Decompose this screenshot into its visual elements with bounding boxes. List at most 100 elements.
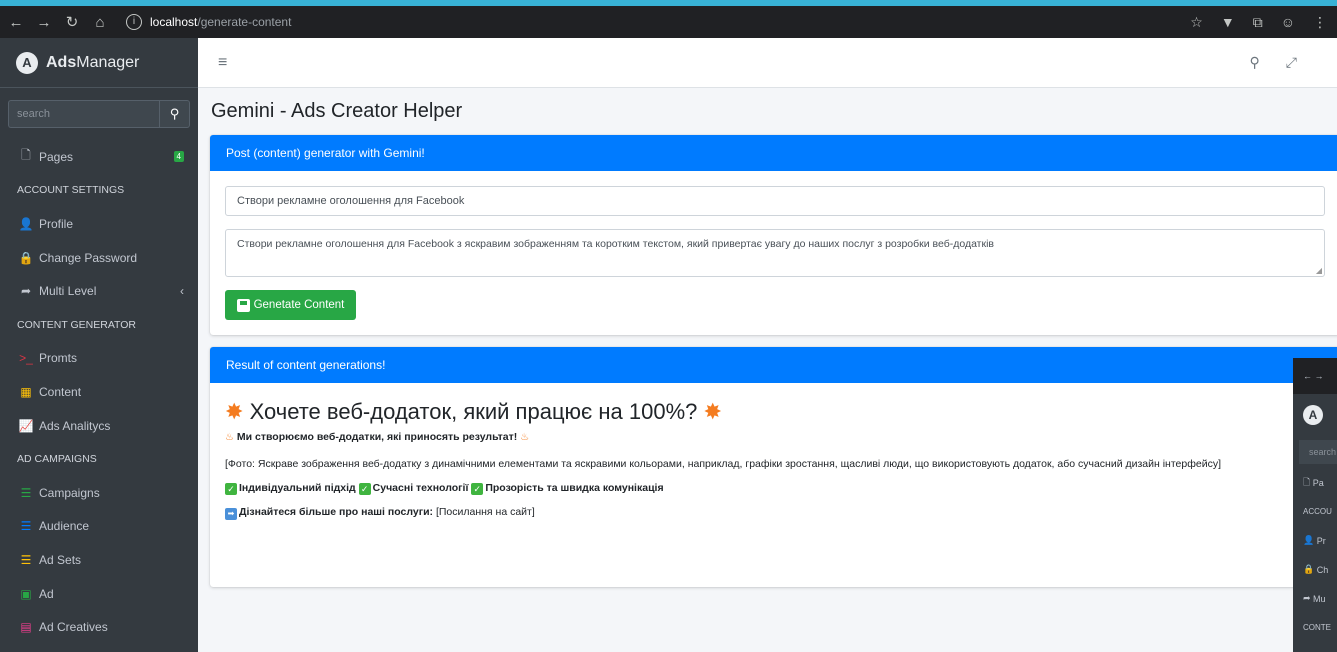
- sidebar-header-account: ACCOUNT SETTINGS: [17, 184, 125, 197]
- images-icon: ▤: [20, 620, 32, 635]
- forward-icon[interactable]: →: [32, 14, 56, 31]
- sidebar-item-promts[interactable]: >_ Promts: [0, 342, 198, 376]
- navbar-search-icon[interactable]: ⚲: [1250, 54, 1260, 71]
- page-title: Gemini - Ads Creator Helper: [211, 100, 463, 122]
- result-headline-text: Хочете веб-додаток, який працює на 100%?: [249, 399, 698, 424]
- search-icon: ⚲: [169, 106, 180, 121]
- share-icon: ➦: [1303, 593, 1314, 603]
- bars-icon: ☰: [20, 552, 32, 567]
- brand-link[interactable]: A Ads Manager: [0, 38, 198, 88]
- prompt-textarea-text: Створи рекламне оголошення для Facebook …: [237, 238, 994, 250]
- overlay-item-label: Ch: [1316, 564, 1329, 575]
- sidebar-item-label: Audience: [39, 519, 90, 534]
- feature-1: Індивідуальний підхід: [239, 482, 356, 494]
- result-features: ✓ Індивідуальний підхід ✓ Сучасні технолог…: [225, 480, 1325, 496]
- brand-logo-icon: A: [16, 51, 38, 74]
- result-card: Result of content generations! ✸ Хочете …: [210, 347, 1337, 587]
- brand-logo-icon: A: [1303, 405, 1323, 425]
- resize-grip-icon[interactable]: ◢: [1316, 266, 1322, 275]
- sidebar-item-profile[interactable]: 👤 Profile: [0, 207, 198, 241]
- sidebar-item-ad-creatives[interactable]: ▤ Ad Creatives: [0, 610, 198, 644]
- sidebar-item-label: Content: [39, 384, 82, 399]
- result-subhead: ♨ Ми створюємо веб-додатки, які приносят…: [225, 429, 1325, 446]
- sidebar-item-label: Ad Creatives: [39, 620, 108, 635]
- home-icon[interactable]: ⌂: [88, 14, 112, 31]
- feature-3: Прозорість та швидка комунікація: [485, 482, 664, 494]
- sidebar-item-pages[interactable]: 🗋 Pages 4: [0, 140, 198, 174]
- browser-toolbar: ← → ↻ ⌂ i localhost/generate-content ☆ ▼…: [0, 6, 1337, 38]
- sidebar-item-label: Ad Sets: [39, 552, 82, 567]
- overlay-item-multi[interactable]: ➦ Mu: [1293, 584, 1337, 613]
- sidebar-item-ad-sets[interactable]: ☰ Ad Sets: [0, 543, 198, 577]
- lock-icon: 🔒: [1303, 564, 1317, 574]
- user-icon: 👤: [18, 216, 34, 231]
- fire-icon: ♨: [225, 432, 234, 443]
- collision-icon: ✸: [225, 399, 244, 424]
- list-icon: ☰: [20, 519, 32, 534]
- sidebar-item-ad[interactable]: ▣ Ad: [0, 577, 198, 611]
- lock-icon: 🔒: [18, 250, 34, 265]
- url-path: /generate-content: [197, 15, 292, 29]
- overlay-header-account: ACCOU: [1303, 507, 1332, 516]
- bookmark-star-icon[interactable]: ☆: [1190, 14, 1203, 31]
- sidebar: A AdsManager ⚲ 🗋 Pages 4 ACCOUNT SETTING…: [0, 38, 198, 652]
- sidebar-item-label: Promts: [39, 351, 78, 366]
- generator-card: Post (content) generator with Gemini! Ст…: [210, 135, 1337, 335]
- overlay-search[interactable]: search: [1299, 440, 1337, 464]
- sidebar-item-label: Ad: [39, 586, 54, 601]
- right-arrow-icon: ➡: [225, 508, 237, 520]
- sidebar-item-label: Multi Level: [39, 284, 97, 299]
- menu-kebab-icon[interactable]: ⋮: [1313, 14, 1327, 31]
- sidebar-item-multi-level[interactable]: ➦ Multi Level ‹: [0, 274, 198, 308]
- save-icon: [236, 298, 250, 312]
- overlay-item-profile[interactable]: 👤 Pr: [1293, 526, 1337, 555]
- sidebar-item-audience[interactable]: ☰ Audience: [0, 510, 198, 544]
- result-card-header: Result of content generations!: [210, 347, 1337, 383]
- share-icon: ➦: [20, 284, 32, 299]
- overlay-header-content: CONTE: [1303, 623, 1331, 632]
- hamburger-menu-icon[interactable]: ≡: [218, 54, 227, 72]
- url-host: localhost: [150, 15, 198, 29]
- extension-icon[interactable]: ▼: [1221, 14, 1235, 31]
- result-cta: ➡ Дізнайтеся більше про наші послуги: [По…: [225, 504, 1325, 520]
- back-icon[interactable]: ←: [4, 14, 28, 31]
- result-photo-text: [Фото: Яскраве зображення веб-додатку з …: [225, 458, 1221, 470]
- generate-content-button[interactable]: Genetate Content: [225, 290, 356, 320]
- sidebar-item-ads-analytics[interactable]: 📈 Ads Analitycs: [0, 409, 198, 443]
- terminal-icon: >_: [19, 351, 33, 366]
- sidebar-item-change-password[interactable]: 🔒 Change Password: [0, 241, 198, 275]
- feature-2: Сучасні технології: [372, 482, 469, 494]
- back-icon[interactable]: ← →: [1303, 371, 1324, 381]
- chart-line-icon: 📈: [18, 418, 34, 433]
- result-headline: ✸ Хочете веб-додаток, який працює на 100…: [225, 399, 1325, 425]
- file-icon: 🗋: [21, 148, 31, 163]
- address-bar[interactable]: i localhost/generate-content: [126, 14, 291, 30]
- extensions-puzzle-icon[interactable]: ⧉: [1253, 14, 1263, 31]
- sidebar-search-button[interactable]: ⚲: [159, 100, 190, 128]
- prompt-title-input[interactable]: Створи рекламне оголошення для Facebook: [225, 186, 1325, 216]
- check-mark-icon: ✓: [471, 483, 484, 495]
- reload-icon[interactable]: ↻: [60, 13, 84, 31]
- generate-content-button-label: Genetate Content: [253, 299, 345, 311]
- site-info-icon[interactable]: i: [126, 14, 142, 30]
- check-mark-icon: ✓: [358, 483, 371, 495]
- fire-icon: ♨: [520, 432, 530, 443]
- prompt-textarea[interactable]: Створи рекламне оголошення для Facebook …: [225, 229, 1325, 277]
- overlay-item-pages[interactable]: 🗋 Pa: [1293, 468, 1337, 497]
- file-icon: 🗋: [1303, 476, 1313, 487]
- sidebar-search-input[interactable]: [8, 100, 159, 128]
- overlay-item-label: Mu: [1313, 593, 1326, 604]
- keyboard-icon: ▦: [20, 384, 32, 399]
- brand-name-bold: Ads: [46, 53, 77, 71]
- sidebar-item-label: Change Password: [39, 250, 138, 265]
- sidebar-item-campaigns[interactable]: ☰ Campaigns: [0, 476, 198, 510]
- user-icon: 👤: [1303, 535, 1317, 545]
- overlay-item-change[interactable]: 🔒 Ch: [1293, 555, 1337, 584]
- collision-icon: ✸: [703, 399, 722, 424]
- sidebar-header-content: CONTENT GENERATOR: [17, 318, 137, 331]
- fullscreen-icon[interactable]: ⤢: [1286, 54, 1297, 71]
- cta-bold-text: Дізнайтеся більше про наші послуги:: [239, 506, 434, 518]
- profile-icon[interactable]: ☺: [1281, 14, 1295, 31]
- sidebar-item-content[interactable]: ▦ Content: [0, 375, 198, 409]
- sidebar-item-label: Campaigns: [39, 485, 100, 500]
